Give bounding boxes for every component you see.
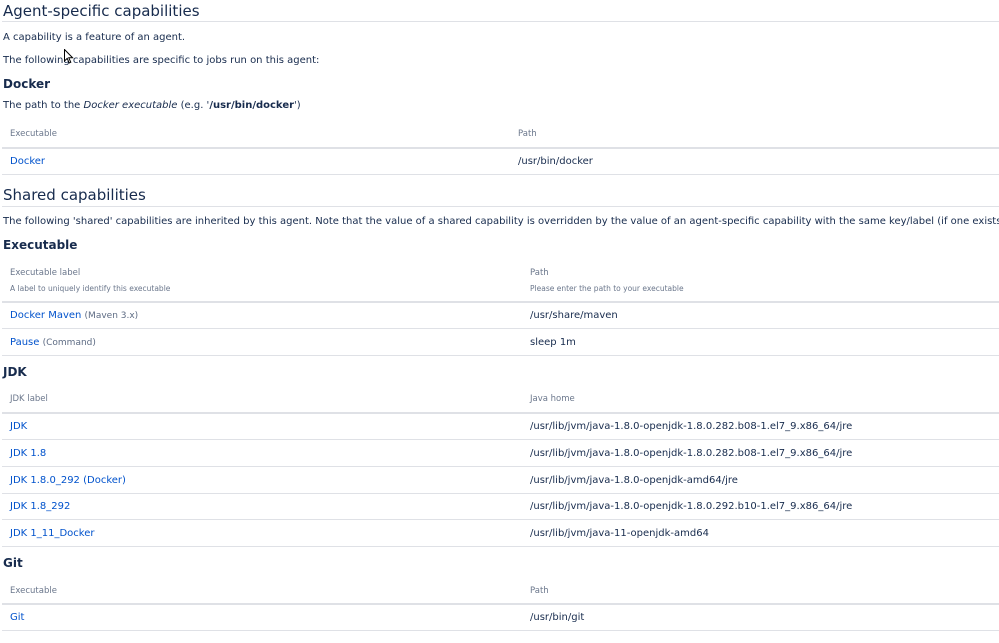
row-divider	[2, 466, 999, 467]
docker-heading: Docker	[3, 77, 51, 91]
row-divider	[2, 630, 999, 631]
executable-label-cell: Docker Maven (Maven 3.x)	[10, 310, 138, 321]
column-header-path: Path	[530, 268, 549, 278]
shared-capabilities-heading: Shared capabilities	[3, 186, 146, 204]
table-header-divider	[2, 301, 999, 303]
docker-maven-link[interactable]: Docker Maven	[10, 310, 81, 321]
jdk-label-link[interactable]: JDK 1.8	[10, 448, 46, 459]
jdk-label-link[interactable]: JDK 1_11_Docker	[10, 528, 95, 539]
git-heading: Git	[3, 556, 23, 570]
executable-label-hint: A label to uniquely identify this execut…	[10, 284, 171, 293]
docker-capability-link[interactable]: Docker	[10, 156, 45, 167]
docker-path-value: /usr/bin/docker	[518, 156, 593, 167]
row-divider	[2, 355, 999, 356]
java-home-value: /usr/lib/jvm/java-1.8.0-openjdk-1.8.0.28…	[530, 448, 853, 459]
jdk-label-link[interactable]: JDK 1.8.0_292 (Docker)	[10, 475, 126, 486]
executable-path-value: /usr/share/maven	[530, 310, 618, 321]
executable-type: (Command)	[42, 338, 96, 348]
mouse-pointer-icon	[64, 49, 74, 64]
table-header-divider	[2, 147, 999, 149]
executable-label-cell: Pause (Command)	[10, 337, 96, 348]
git-capability-link[interactable]: Git	[10, 612, 24, 623]
table-header-divider	[2, 412, 999, 414]
jdk-label-link[interactable]: JDK 1.8_292	[10, 501, 70, 512]
heading-divider	[2, 21, 999, 22]
pause-link[interactable]: Pause	[10, 337, 39, 348]
column-header-path: Path	[530, 586, 549, 596]
jdk-heading: JDK	[3, 365, 27, 379]
shared-capabilities-intro: The following 'shared' capabilities are …	[3, 216, 999, 227]
row-divider	[2, 328, 999, 329]
row-divider	[2, 174, 999, 175]
row-divider	[2, 519, 999, 520]
docker-description: The path to the Docker executable (e.g. …	[3, 100, 301, 111]
executable-type: (Maven 3.x)	[84, 311, 139, 321]
java-home-value: /usr/lib/jvm/java-1.8.0-openjdk-1.8.0.29…	[530, 501, 853, 512]
executable-path-value: sleep 1m	[530, 337, 576, 348]
executable-heading: Executable	[3, 238, 78, 252]
row-divider	[2, 493, 999, 494]
column-header-jdk-label: JDK label	[10, 394, 48, 404]
table-header-divider	[2, 603, 999, 605]
row-divider	[2, 439, 999, 440]
agent-specific-intro-text: The following capabilities are specific …	[3, 55, 320, 66]
git-path-value: /usr/bin/git	[530, 612, 585, 623]
jdk-label-link[interactable]: JDK	[10, 421, 27, 432]
column-header-path: Path	[518, 129, 537, 139]
column-header-java-home: Java home	[530, 394, 575, 404]
heading-divider	[2, 206, 999, 207]
java-home-value: /usr/lib/jvm/java-11-openjdk-amd64	[530, 528, 709, 539]
row-divider	[2, 546, 999, 547]
column-header-executable: Executable	[10, 586, 57, 596]
java-home-value: /usr/lib/jvm/java-1.8.0-openjdk-1.8.0.28…	[530, 421, 853, 432]
column-header-executable-label: Executable label	[10, 268, 81, 278]
agent-capabilities-heading: Agent-specific capabilities	[3, 2, 200, 20]
capability-definition-text: A capability is a feature of an agent.	[3, 32, 186, 43]
column-header-executable: Executable	[10, 129, 57, 139]
java-home-value: /usr/lib/jvm/java-1.8.0-openjdk-amd64/jr…	[530, 475, 738, 486]
path-hint: Please enter the path to your executable	[530, 284, 684, 293]
